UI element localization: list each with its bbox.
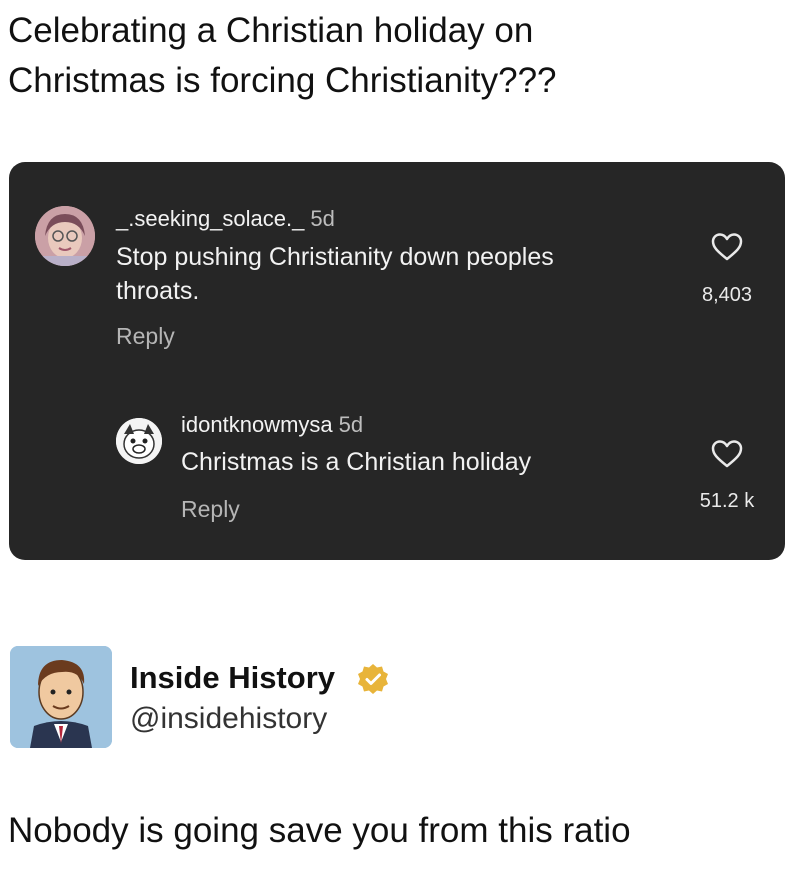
reply-avatar[interactable] (116, 418, 162, 464)
tweet-text: Nobody is going save you from this ratio (8, 811, 631, 850)
comment-thread-screenshot: _.seeking_solace._ 5d Stop pushing Christ… (9, 162, 785, 560)
caption-line-2: Christmas is forcing Christianity??? (8, 61, 557, 100)
comment-1-reply-button[interactable]: Reply (116, 323, 175, 350)
cartoon-dog-avatar-icon (116, 418, 162, 464)
comment-2-text: Christmas is a Christian holiday (181, 448, 532, 476)
verified-badge-icon (358, 664, 388, 694)
commenter-avatar[interactable] (35, 206, 95, 266)
comment-1-time: 5d (310, 206, 335, 231)
comment-2-time: 5d (338, 412, 364, 437)
profile-photo-icon (35, 206, 95, 266)
meme-caption: Celebrating a Christian holiday on Chris… (8, 6, 778, 106)
tweet-handle[interactable]: @insidehistory (130, 702, 327, 736)
caption-line-1: Celebrating a Christian holiday on (8, 11, 534, 50)
heart-icon[interactable] (711, 232, 743, 262)
tweet-display-name[interactable]: Inside History (130, 660, 335, 696)
comment-2-username[interactable]: idontknowmysa (181, 412, 333, 437)
comment-2-reply-button[interactable]: Reply (181, 496, 240, 523)
cartoon-portrait-avatar-icon (10, 646, 112, 748)
comment-1-username[interactable]: _.seeking_solace._ (116, 206, 304, 231)
comment-1-text-line-2: throats. (116, 277, 200, 305)
tweet-avatar[interactable] (10, 646, 112, 748)
heart-icon[interactable] (711, 439, 743, 469)
comment-1-text: Stop pushing Christianity down peoples t… (116, 240, 554, 308)
comment-1-like-count: 8,403 (701, 284, 753, 306)
comment-2-header: idontknowmysa 5d (181, 412, 363, 438)
comment-1-header: _.seeking_solace._ 5d (116, 206, 335, 232)
comment-2-like-count: 51.2 k (699, 490, 755, 512)
comment-1-text-line-1: Stop pushing Christianity down peoples (116, 243, 554, 271)
